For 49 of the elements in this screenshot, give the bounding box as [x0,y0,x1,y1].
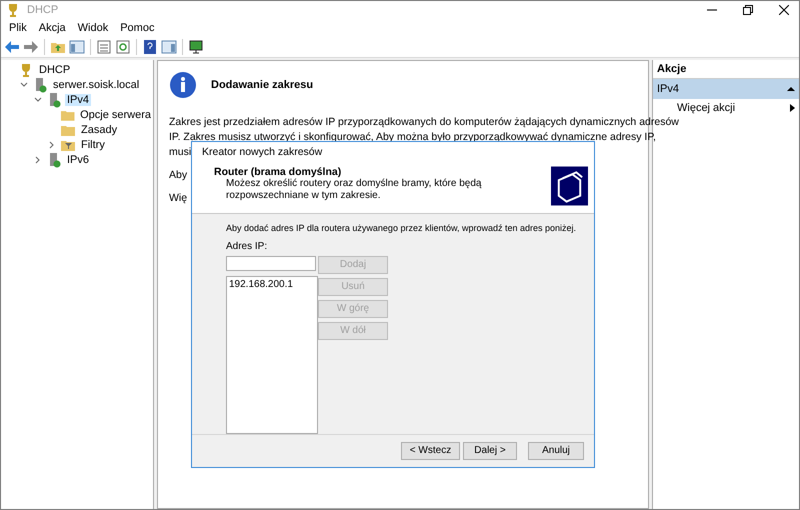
window-title: DHCP [27,4,60,16]
info-icon [169,71,197,99]
description-text: Aby [169,168,188,183]
tree-item[interactable]: Opcje serwera [78,108,153,120]
chevron-down-icon[interactable] [34,96,42,104]
tree-item[interactable]: Zasady [79,124,120,136]
back-arrow-icon[interactable] [4,39,20,55]
forward-arrow-icon[interactable] [23,39,39,55]
list-item[interactable]: 192.168.200.1 [229,278,315,290]
description-text: musi [169,145,192,160]
action-item[interactable]: Więcej akcji [677,102,736,114]
ip-address-field[interactable] [226,256,316,271]
panel-icon[interactable] [161,39,177,55]
page-description: Możesz określić routery oraz domyślne bramy, które będą rozpowszechniane w tym zakresie. [225,178,482,202]
section-heading: Dodawanie zakresu [211,79,314,91]
instruction-text: Aby dodać adres IP dla routera używanego przez klientów, wprowadź ten adres poniżej. [226,222,576,233]
description-text: Zakres jest przedziałem adresów IP przyporządkowanych do komputerów żądających dynamicznych adresów [169,115,679,130]
chevron-down-icon[interactable] [20,80,28,88]
menu-item[interactable]: Pomoc [114,22,160,34]
monitor-icon[interactable] [188,39,204,55]
tree-item[interactable]: serwer.soisk.local [51,78,142,90]
menu-item[interactable]: Plik [3,22,33,34]
panel-icon[interactable] [69,39,85,55]
menu-item[interactable]: Widok [72,22,114,34]
menu-item[interactable]: Akcja [32,22,72,34]
page-heading: Router (brama domyślna) [214,166,342,178]
refresh-icon[interactable] [115,39,131,55]
tree-item[interactable]: DHCP [37,64,72,76]
folders-icon [551,166,588,206]
field-label: Adres IP: [226,240,268,252]
help-icon[interactable] [142,39,158,55]
ip-list[interactable]: 192.168.200.1 [226,276,318,434]
actions-section[interactable]: IPv4 [653,79,799,99]
wizard-button[interactable]: < Wstecz [401,442,460,460]
list-icon[interactable] [96,39,112,55]
collapse-icon[interactable] [787,86,795,92]
wizard-button[interactable]: Dalej > [463,442,517,460]
tree-item[interactable]: IPv4 [65,94,92,106]
description-text: IP. Zakres musisz utworzyć i skonfigurować, Aby można było przyporządkowywać dynamiczne adresy IP, [169,130,656,145]
dialog-title: Kreator nowych zakresów [192,142,594,163]
caret-icon [790,104,795,112]
description-text: Wię [169,191,188,206]
tree-item[interactable]: Filtry [79,138,107,150]
tree-item[interactable]: IPv6 [65,154,92,166]
close-icon[interactable] [779,5,789,15]
restore-icon[interactable] [743,5,753,15]
wizard-button[interactable]: Anuluj [528,442,584,460]
chevron-right-icon[interactable] [34,156,42,164]
chevron-right-icon[interactable] [48,140,56,148]
